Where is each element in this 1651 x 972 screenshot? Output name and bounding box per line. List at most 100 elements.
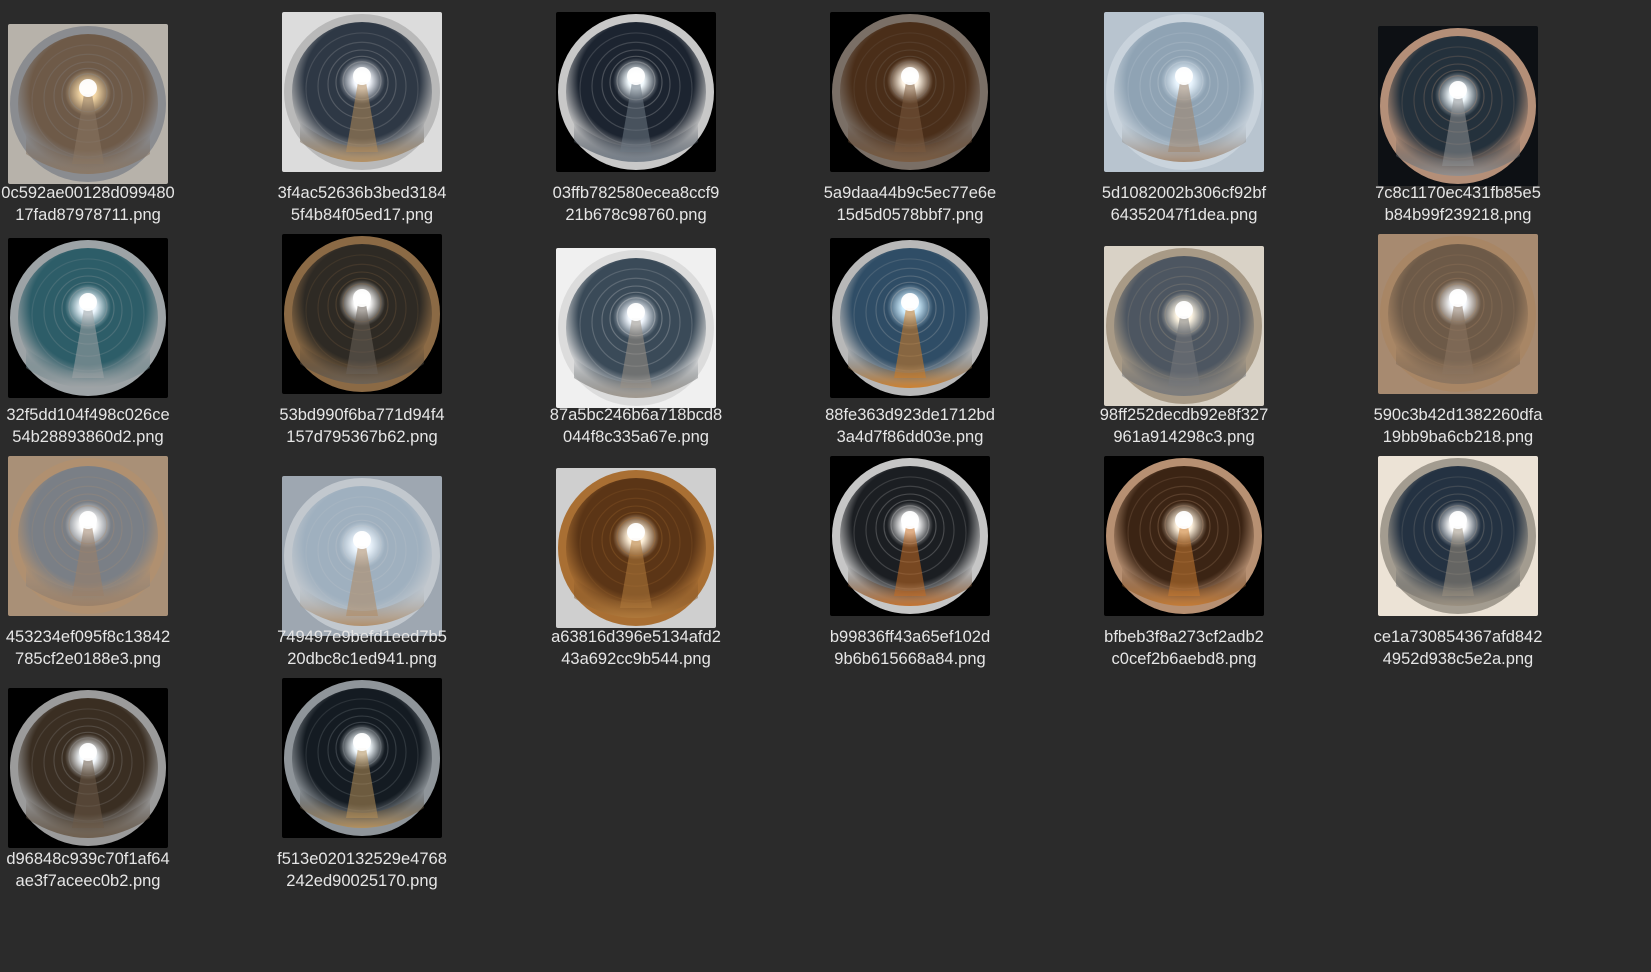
pipe-thumbnail-image (282, 12, 442, 172)
file-thumbnail[interactable] (1104, 12, 1264, 172)
pipe-thumbnail-image (1104, 246, 1264, 406)
pipe-thumbnail-image (8, 456, 168, 616)
pipe-thumbnail-image (830, 456, 990, 616)
pipe-thumbnail-image (282, 476, 442, 636)
file-thumbnail[interactable] (1378, 26, 1538, 186)
file-name: 98ff252decdb92e8f327 961a914298c3.png (1084, 404, 1284, 448)
file-name: 5a9daa44b9c5ec77e6e 15d5d0578bbf7.png (810, 182, 1010, 226)
file-name-line2: c0cef2b6aebd8.png (1111, 650, 1257, 668)
pipe-thumbnail-image (830, 12, 990, 172)
file-name: 3f4ac52636b3bed3184 5f4b84f05ed17.png (262, 182, 462, 226)
file-name-line1: a63816d396e5134afd2 (551, 628, 721, 646)
file-name-line2: 4952d938c5e2a.png (1382, 650, 1534, 668)
file-thumbnail[interactable] (8, 24, 168, 184)
file-name-line2: 785cf2e0188e3.png (15, 650, 161, 668)
file-thumbnail[interactable] (282, 476, 442, 636)
file-name-line1: 53bd990f6ba771d94f4 (279, 406, 445, 424)
file-thumbnail[interactable] (556, 468, 716, 628)
file-name-line1: 03ffb782580ecea8ccf9 (552, 184, 720, 202)
file-name-line2: 242ed90025170.png (286, 872, 438, 890)
file-name-line1: 5d1082002b306cf92bf (1101, 184, 1267, 202)
file-thumbnail[interactable] (1104, 456, 1264, 616)
file-name: 0c592ae00128d099480 17fad87978711.png (0, 182, 188, 226)
file-thumbnail[interactable] (830, 12, 990, 172)
pipe-thumbnail-image (8, 24, 168, 184)
file-name: 53bd990f6ba771d94f4 157d795367b62.png (262, 404, 462, 448)
file-name-line1: bfbeb3f8a273cf2adb2 (1104, 628, 1264, 646)
file-name-line1: 87a5bc246b6a718bcd8 (549, 406, 723, 424)
file-thumbnail[interactable] (830, 238, 990, 398)
file-name-line1: 5a9daa44b9c5ec77e6e (823, 184, 997, 202)
file-thumbnail[interactable] (556, 12, 716, 172)
file-name-line2: 21b678c98760.png (565, 206, 707, 224)
file-name: 88fe363d923de1712bd 3a4d7f86dd03e.png (810, 404, 1010, 448)
file-name-line2: 19bb9ba6cb218.png (1382, 428, 1534, 446)
file-name-line2: 64352047f1dea.png (1110, 206, 1258, 224)
file-name-line2: b84b99f239218.png (1384, 206, 1532, 224)
file-thumbnail[interactable] (282, 678, 442, 838)
file-thumbnail[interactable] (1104, 246, 1264, 406)
file-name-line1: 3f4ac52636b3bed3184 (277, 184, 447, 202)
file-name-line2: 9b6b615668a84.png (834, 650, 986, 668)
file-name: ce1a730854367afd842 4952d938c5e2a.png (1358, 626, 1558, 670)
file-name-line2: 5f4b84f05ed17.png (290, 206, 434, 224)
pipe-thumbnail-image (8, 238, 168, 398)
file-name-line1: 88fe363d923de1712bd (825, 406, 995, 424)
pipe-thumbnail-image (8, 688, 168, 848)
file-name: 590c3b42d1382260dfa 19bb9ba6cb218.png (1358, 404, 1558, 448)
file-name: 5d1082002b306cf92bf 64352047f1dea.png (1084, 182, 1284, 226)
file-thumbnail[interactable] (282, 234, 442, 394)
file-name-line2: 15d5d0578bbf7.png (836, 206, 984, 224)
pipe-thumbnail-image (556, 468, 716, 628)
file-name-line2: 044f8c335a67e.png (563, 428, 709, 446)
file-name-line2: 157d795367b62.png (286, 428, 438, 446)
file-name: 03ffb782580ecea8ccf9 21b678c98760.png (536, 182, 736, 226)
pipe-thumbnail-image (1378, 456, 1538, 616)
file-name-line2: 20dbc8c1ed941.png (287, 650, 437, 668)
file-name: 7c8c1170ec431fb85e5 b84b99f239218.png (1358, 182, 1558, 226)
file-name-line1: f513e020132529e4768 (277, 850, 447, 868)
file-name: f513e020132529e4768 242ed90025170.png (262, 848, 462, 892)
file-name-line2: ae3f7aceec0b2.png (15, 872, 161, 890)
pipe-thumbnail-image (556, 248, 716, 408)
file-name-line1: 590c3b42d1382260dfa (1373, 406, 1543, 424)
file-name-line1: d96848c939c70f1af64 (6, 850, 170, 868)
file-name: a63816d396e5134afd2 43a692cc9b544.png (536, 626, 736, 670)
file-thumbnail[interactable] (830, 456, 990, 616)
pipe-thumbnail-image (830, 238, 990, 398)
file-name-line2: 17fad87978711.png (15, 206, 161, 224)
file-name-line1: 453234ef095f8c13842 (5, 628, 171, 646)
file-thumbnail[interactable] (8, 238, 168, 398)
file-name-line1: 749497e9befd1eed7b5 (277, 628, 447, 646)
file-thumbnail[interactable] (8, 456, 168, 616)
file-name: 453234ef095f8c13842 785cf2e0188e3.png (0, 626, 188, 670)
file-grid: 0c592ae00128d099480 17fad87978711.png 3f4a… (0, 0, 1651, 972)
file-thumbnail[interactable] (8, 688, 168, 848)
pipe-thumbnail-image (282, 234, 442, 394)
pipe-thumbnail-image (1378, 26, 1538, 186)
file-thumbnail[interactable] (1378, 234, 1538, 394)
file-name-line1: b99836ff43a65ef102d (829, 628, 991, 646)
file-name: b99836ff43a65ef102d 9b6b615668a84.png (810, 626, 1010, 670)
file-name-line1: 7c8c1170ec431fb85e5 (1375, 184, 1541, 202)
pipe-thumbnail-image (556, 12, 716, 172)
file-thumbnail[interactable] (1378, 456, 1538, 616)
file-name: bfbeb3f8a273cf2adb2 c0cef2b6aebd8.png (1084, 626, 1284, 670)
file-thumbnail[interactable] (556, 248, 716, 408)
file-name-line2: 961a914298c3.png (1113, 428, 1255, 446)
file-name: 87a5bc246b6a718bcd8 044f8c335a67e.png (536, 404, 736, 448)
file-name-line1: ce1a730854367afd842 (1373, 628, 1543, 646)
pipe-thumbnail-image (1104, 456, 1264, 616)
file-name-line2: 43a692cc9b544.png (561, 650, 711, 668)
file-name: d96848c939c70f1af64 ae3f7aceec0b2.png (0, 848, 188, 892)
pipe-thumbnail-image (1378, 234, 1538, 394)
file-thumbnail[interactable] (282, 12, 442, 172)
file-name-line1: 0c592ae00128d099480 (1, 184, 175, 202)
file-name-line2: 3a4d7f86dd03e.png (836, 428, 984, 446)
file-name-line1: 98ff252decdb92e8f327 (1099, 406, 1269, 424)
pipe-thumbnail-image (1104, 12, 1264, 172)
file-name-line1: 32f5dd104f498c026ce (6, 406, 170, 424)
file-name: 32f5dd104f498c026ce 54b28893860d2.png (0, 404, 188, 448)
file-name: 749497e9befd1eed7b5 20dbc8c1ed941.png (262, 626, 462, 670)
pipe-thumbnail-image (282, 678, 442, 838)
